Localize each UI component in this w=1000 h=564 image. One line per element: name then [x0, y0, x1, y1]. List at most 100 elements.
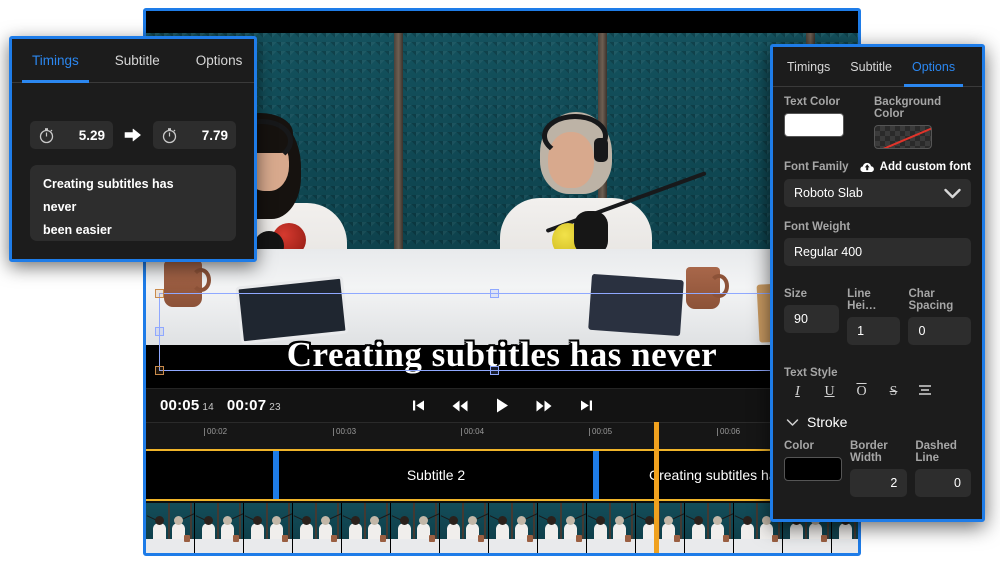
filmstrip-thumbnail[interactable]: [342, 503, 391, 553]
background-color-swatch[interactable]: [874, 125, 932, 149]
subtitle-clip[interactable]: Subtitle 2: [276, 451, 596, 499]
stopwatch-icon: [161, 127, 178, 144]
resize-handle-middle-left[interactable]: [155, 327, 164, 336]
text-color-label: Text Color: [784, 96, 841, 108]
char-spacing-group: Char Spacing 0: [908, 288, 971, 345]
stroke-color-swatch[interactable]: [784, 457, 842, 481]
end-time-value: 7.79: [201, 127, 228, 143]
chevron-down-icon: [786, 418, 799, 427]
subtitle-track[interactable]: Subtitle 2 Creating subtitles has n: [146, 449, 858, 501]
resize-handle-top-center[interactable]: [490, 289, 499, 298]
stroke-section-label: Stroke: [807, 414, 848, 430]
font-family-value: Roboto Slab: [794, 186, 863, 200]
font-weight-label: Font Weight: [784, 221, 851, 233]
background-color-label: Background Color: [874, 96, 942, 120]
ruler-tick: 00:06: [716, 427, 741, 436]
border-width-input[interactable]: 2: [850, 469, 908, 497]
filmstrip-thumbnail[interactable]: [293, 503, 342, 553]
ruler-tick: 00:03: [332, 427, 357, 436]
filmstrip-thumbnail[interactable]: [244, 503, 293, 553]
left-panel-tabs: Timings Subtitle Options: [12, 39, 254, 83]
cloud-upload-icon: [860, 161, 875, 173]
start-time-value: 5.29: [78, 127, 105, 143]
playhead[interactable]: [654, 422, 659, 553]
char-spacing-input[interactable]: 0: [908, 317, 971, 345]
filmstrip-thumbnail[interactable]: [685, 503, 734, 553]
subtitle-text-input[interactable]: Creating subtitles has never been easier: [30, 165, 236, 241]
resize-handle-bottom-center[interactable]: [490, 366, 499, 375]
font-weight-select[interactable]: Regular 400: [784, 238, 971, 266]
ruler-tick: 00:02: [203, 427, 228, 436]
options-panel: Timings Subtitle Options Text Color Back…: [770, 44, 985, 522]
arrow-right-icon: [124, 127, 142, 143]
play-icon[interactable]: [492, 397, 512, 415]
timings-panel: Timings Subtitle Options 5.29 7.79 Creat…: [9, 36, 257, 262]
font-weight-value: Regular 400: [794, 245, 863, 259]
underline-icon[interactable]: U: [822, 384, 837, 400]
resize-handle-bottom-left[interactable]: [155, 366, 164, 375]
line-height-group: Line Hei… 1: [847, 288, 901, 345]
timing-row: 5.29 7.79: [30, 121, 254, 149]
ruler-tick: 00:04: [460, 427, 485, 436]
size-label: Size: [784, 288, 808, 300]
text-style-label: Text Style: [784, 367, 838, 379]
rewind-icon[interactable]: [450, 397, 470, 415]
border-width-group: Border Width 2: [850, 440, 908, 497]
skip-to-end-icon[interactable]: [576, 397, 596, 415]
line-height-label: Line Hei…: [847, 288, 877, 312]
align-icon[interactable]: [918, 384, 933, 400]
right-panel-tabs: Timings Subtitle Options: [773, 47, 982, 87]
tab-timings[interactable]: Timings: [22, 39, 89, 83]
text-color-swatch[interactable]: [784, 113, 844, 137]
skip-to-start-icon[interactable]: [408, 397, 428, 415]
line-height-input[interactable]: 1: [847, 317, 901, 345]
end-time-field[interactable]: 7.79: [153, 121, 236, 149]
filmstrip-thumbnail[interactable]: [636, 503, 685, 553]
tab-options[interactable]: Options: [186, 39, 253, 82]
tab-subtitle[interactable]: Subtitle: [105, 39, 170, 82]
size-input[interactable]: 90: [784, 305, 840, 333]
filmstrip-thumbnail[interactable]: [538, 503, 587, 553]
background-color-group: Background Color: [874, 96, 971, 149]
subtitle-clip[interactable]: [146, 451, 276, 499]
dashed-line-input[interactable]: 0: [915, 469, 971, 497]
transport-bar: 00:05 14 00:07 23 105%: [146, 388, 858, 422]
filmstrip-thumbnail[interactable]: [391, 503, 440, 553]
filmstrip-thumbnail[interactable]: [195, 503, 244, 553]
options-body: Text Color Background Color Font Family …: [773, 87, 982, 497]
video-filmstrip[interactable]: [146, 503, 858, 553]
stroke-color-group: Color: [784, 440, 842, 497]
filmstrip-thumbnail[interactable]: [587, 503, 636, 553]
add-custom-font-label: Add custom font: [879, 161, 971, 173]
ruler-tick: 00:05: [588, 427, 613, 436]
stroke-color-label: Color: [784, 440, 815, 452]
font-family-label: Font Family: [784, 161, 849, 173]
stroke-section-header[interactable]: Stroke: [786, 414, 971, 430]
text-color-group: Text Color: [784, 96, 844, 149]
transport-buttons: [146, 397, 858, 415]
chevron-down-icon: [944, 188, 961, 199]
font-family-select[interactable]: Roboto Slab: [784, 179, 971, 207]
resize-handle-top-left[interactable]: [155, 289, 164, 298]
overline-icon[interactable]: O: [854, 384, 869, 400]
filmstrip-thumbnail[interactable]: [440, 503, 489, 553]
char-spacing-label: Char Spacing: [908, 288, 954, 312]
tab-timings[interactable]: Timings: [779, 47, 838, 86]
tab-subtitle[interactable]: Subtitle: [842, 47, 900, 86]
size-group: Size 90: [784, 288, 840, 345]
subtitle-selection-box[interactable]: [155, 289, 835, 375]
add-custom-font-button[interactable]: Add custom font: [860, 161, 971, 173]
text-style-buttons: I U O S: [784, 384, 971, 400]
dashed-line-group: Dashed Line 0: [915, 440, 971, 497]
timeline-ruler[interactable]: 00:02 00:03 00:04 00:05 00:06: [146, 422, 858, 449]
filmstrip-thumbnail[interactable]: [489, 503, 538, 553]
filmstrip-thumbnail[interactable]: [146, 503, 195, 553]
stopwatch-icon: [38, 127, 55, 144]
start-time-field[interactable]: 5.29: [30, 121, 113, 149]
italic-icon[interactable]: I: [790, 384, 805, 400]
tab-options[interactable]: Options: [904, 47, 964, 87]
border-width-label: Border Width: [850, 440, 888, 464]
strikethrough-icon[interactable]: S: [886, 384, 901, 400]
fast-forward-icon[interactable]: [534, 397, 554, 415]
dashed-line-label: Dashed Line: [915, 440, 957, 464]
